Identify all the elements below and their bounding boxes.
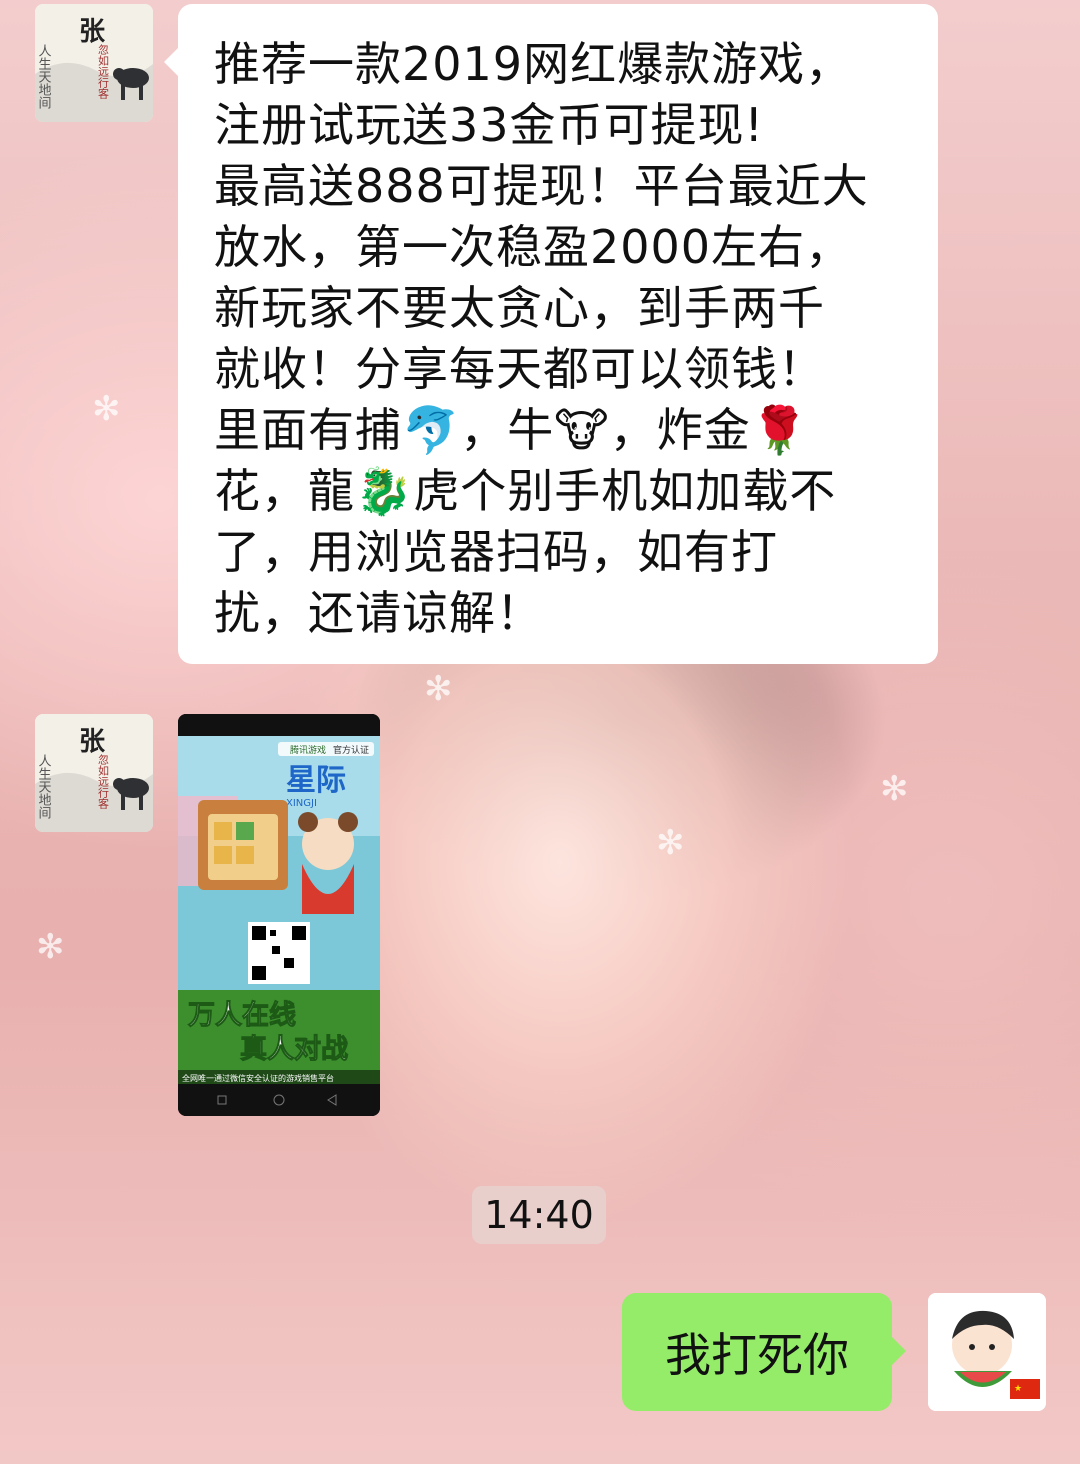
avatar-char: 张 <box>79 727 106 757</box>
incoming-message-text: 推荐一款2019网红爆款游戏， 注册试玩送33金币可提现! 最高送888可提现！… <box>214 37 869 640</box>
snowflake-icon: ✻ <box>656 823 685 863</box>
image-footer: 全网唯一通过微信安全认证的游戏销售平台 <box>182 1073 334 1083</box>
image-message[interactable]: 腾讯游戏 官方认证 星际 XINGJI 万人在线 真人对战 全网唯一通过微信安全… <box>178 714 380 1116</box>
image-brand: 星际 <box>286 763 346 798</box>
sender-avatar[interactable]: 人生天地间 忽如远行客 张 <box>35 4 153 122</box>
outgoing-message-bubble[interactable]: 我打死你 <box>622 1293 906 1411</box>
image-top-label: 腾讯游戏 <box>290 744 326 756</box>
avatar-char: 张 <box>79 17 106 47</box>
sender-avatar[interactable]: 人生天地间 忽如远行客 张 <box>35 714 153 832</box>
snowflake-icon: ✻ <box>36 927 65 967</box>
snowflake-icon: ✻ <box>424 669 453 709</box>
avatar-calligraphy-left: 人生天地间 <box>36 44 52 109</box>
image-top-label: 官方认证 <box>333 744 369 756</box>
image-slogan: 万人在线 <box>188 1000 296 1031</box>
timestamp-badge: 14:40 <box>472 1186 606 1244</box>
snowflake-icon: ✻ <box>880 769 909 809</box>
avatar-calligraphy-right: 忽如远行客 <box>97 753 110 810</box>
outgoing-message-text: 我打死你 <box>665 1328 849 1382</box>
image-slogan: 真人对战 <box>240 1034 348 1065</box>
snowflake-icon: ✻ <box>92 389 121 429</box>
image-brand-en: XINGJI <box>286 798 317 809</box>
incoming-message-bubble[interactable]: 推荐一款2019网红爆款游戏， 注册试玩送33金币可提现! 最高送888可提现！… <box>164 4 938 664</box>
own-avatar[interactable]: ★ <box>928 1293 1046 1411</box>
avatar-calligraphy-left: 人生天地间 <box>36 754 52 819</box>
avatar-calligraphy-right: 忽如远行客 <box>97 43 110 100</box>
svg-text:★: ★ <box>1014 1384 1022 1394</box>
